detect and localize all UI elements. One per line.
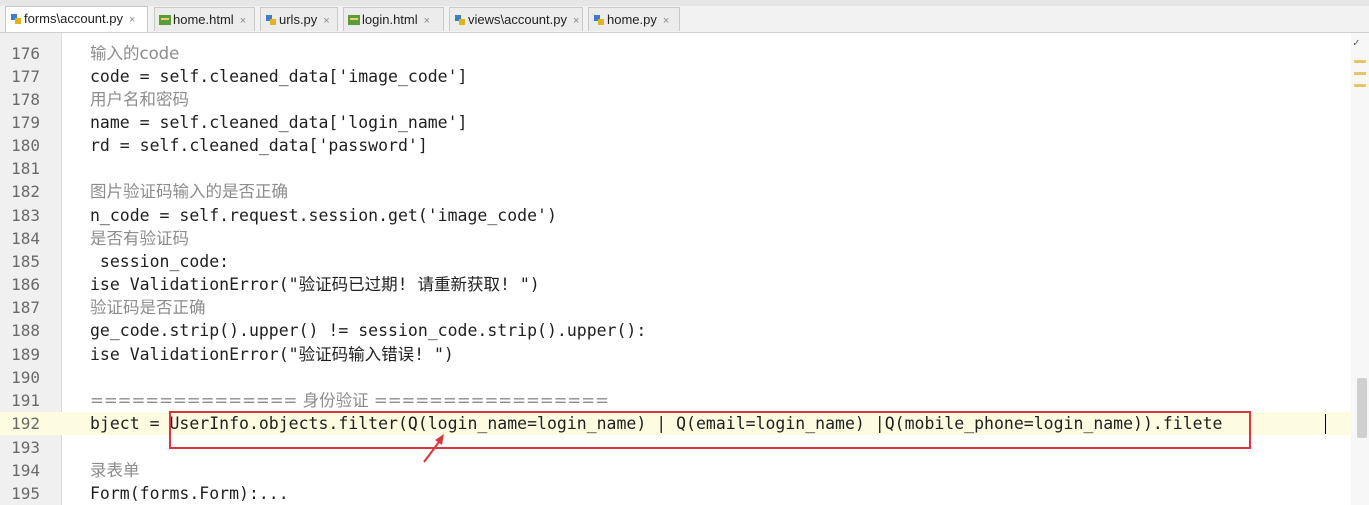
line-number: 181 [11, 159, 40, 178]
highlight-annotation-box [169, 411, 1251, 449]
code-text[interactable]: Form(forms.Form):... [90, 482, 289, 505]
line-number: 193 [11, 438, 40, 457]
python-file-icon [454, 10, 466, 25]
line-number: 192 [11, 414, 40, 433]
tab-home-html[interactable]: home.html × [154, 7, 255, 31]
inspection-check-icon[interactable]: ✓ [1353, 36, 1360, 49]
python-file-icon [10, 9, 22, 24]
python-file-icon [593, 10, 605, 25]
tab-forms-account[interactable]: forms\account.py × [5, 6, 148, 32]
code-text[interactable]: 图片验证码输入的是否正确 [90, 180, 288, 203]
code-text[interactable]: ise ValidationError("验证码输入错误! ") [90, 343, 454, 366]
code-line: 179 name = self.cleaned_data['login_name… [0, 111, 1369, 134]
menu-strip [0, 0, 1369, 6]
line-number: 195 [11, 484, 40, 503]
code-line: 190 [0, 366, 1369, 389]
code-line: 185 session_code: [0, 250, 1369, 273]
python-file-icon [265, 10, 277, 25]
tab-label: home.py [607, 12, 657, 27]
close-icon[interactable]: × [573, 10, 579, 32]
line-number: 194 [11, 461, 40, 480]
code-text[interactable]: =============== 身份验证 ================= [90, 389, 609, 412]
html-file-icon [159, 10, 171, 25]
line-number: 177 [11, 67, 40, 86]
code-text[interactable]: session_code: [90, 250, 229, 273]
code-text[interactable]: ge_code.strip().upper() != session_code.… [90, 319, 646, 342]
code-line: 194 录表单 [0, 459, 1369, 482]
tab-label: home.html [173, 12, 234, 27]
warning-marker[interactable] [1354, 84, 1366, 87]
line-number: 180 [11, 136, 40, 155]
code-text[interactable]: n_code = self.request.session.get('image… [90, 204, 557, 227]
code-text[interactable]: rd = self.cleaned_data['password'] [90, 134, 428, 157]
tab-label: views\account.py [468, 12, 567, 27]
tab-urls-py[interactable]: urls.py × [260, 7, 338, 31]
code-line: 181 [0, 157, 1369, 180]
tab-login-html[interactable]: login.html × [343, 7, 444, 31]
code-line: 186 ise ValidationError("验证码已过期! 请重新获取! … [0, 273, 1369, 296]
line-number: 185 [11, 252, 40, 271]
code-line: 176 输入的code [0, 42, 1369, 65]
code-line: 191 =============== 身份验证 ===============… [0, 389, 1369, 412]
annotation-arrow-icon [423, 434, 444, 463]
close-icon[interactable]: × [663, 10, 669, 32]
code-text[interactable]: 是否有验证码 [90, 227, 189, 250]
code-text[interactable]: 验证码是否正确 [90, 296, 206, 319]
line-number: 191 [11, 391, 40, 410]
tab-views-account[interactable]: views\account.py × [449, 7, 583, 31]
line-number: 190 [11, 368, 40, 387]
code-line: 180 rd = self.cleaned_data['password'] [0, 134, 1369, 157]
scrollbar-thumb[interactable] [1357, 378, 1367, 438]
tab-home-py[interactable]: home.py × [588, 7, 680, 31]
warning-marker[interactable] [1354, 60, 1366, 63]
close-icon[interactable]: × [240, 10, 246, 32]
code-line: 187 验证码是否正确 [0, 296, 1369, 319]
html-file-icon [348, 10, 360, 25]
tab-label: urls.py [279, 12, 318, 27]
code-line: 195 Form(forms.Form):... [0, 482, 1369, 505]
code-text[interactable]: ise ValidationError("验证码已过期! 请重新获取! ") [90, 273, 540, 296]
code-text[interactable]: code = self.cleaned_data['image_code'] [90, 65, 468, 88]
close-icon[interactable]: × [424, 10, 430, 32]
code-line: 177 code = self.cleaned_data['image_code… [0, 65, 1369, 88]
editor-tab-bar: forms\account.py × home.html × urls.py × lo… [0, 0, 1369, 33]
close-icon[interactable]: × [129, 9, 135, 32]
line-number: 182 [11, 182, 40, 201]
code-text[interactable]: 用户名和密码 [90, 88, 189, 111]
close-icon[interactable]: × [323, 10, 329, 32]
code-line: 184 是否有验证码 [0, 227, 1369, 250]
tab-label: login.html [362, 12, 418, 27]
line-number: 178 [11, 90, 40, 109]
line-number: 189 [11, 345, 40, 364]
line-number: 184 [11, 229, 40, 248]
code-line: 189 ise ValidationError("验证码输入错误! ") [0, 343, 1369, 366]
line-number: 188 [11, 321, 40, 340]
line-number: 176 [11, 44, 40, 63]
line-number: 179 [11, 113, 40, 132]
text-caret [1325, 414, 1326, 434]
tab-label: forms\account.py [24, 11, 123, 26]
line-number: 187 [11, 298, 40, 317]
code-line: 183 n_code = self.request.session.get('i… [0, 204, 1369, 227]
code-text[interactable]: 录表单 [90, 459, 140, 482]
code-text[interactable]: name = self.cleaned_data['login_name'] [90, 111, 468, 134]
code-line: 188 ge_code.strip().upper() != session_c… [0, 319, 1369, 342]
warning-marker[interactable] [1354, 72, 1366, 75]
line-number: 183 [11, 206, 40, 225]
code-text[interactable]: 输入的code [90, 42, 179, 65]
code-line: 182 图片验证码输入的是否正确 [0, 180, 1369, 203]
code-line: 178 用户名和密码 [0, 88, 1369, 111]
line-number: 186 [11, 275, 40, 294]
